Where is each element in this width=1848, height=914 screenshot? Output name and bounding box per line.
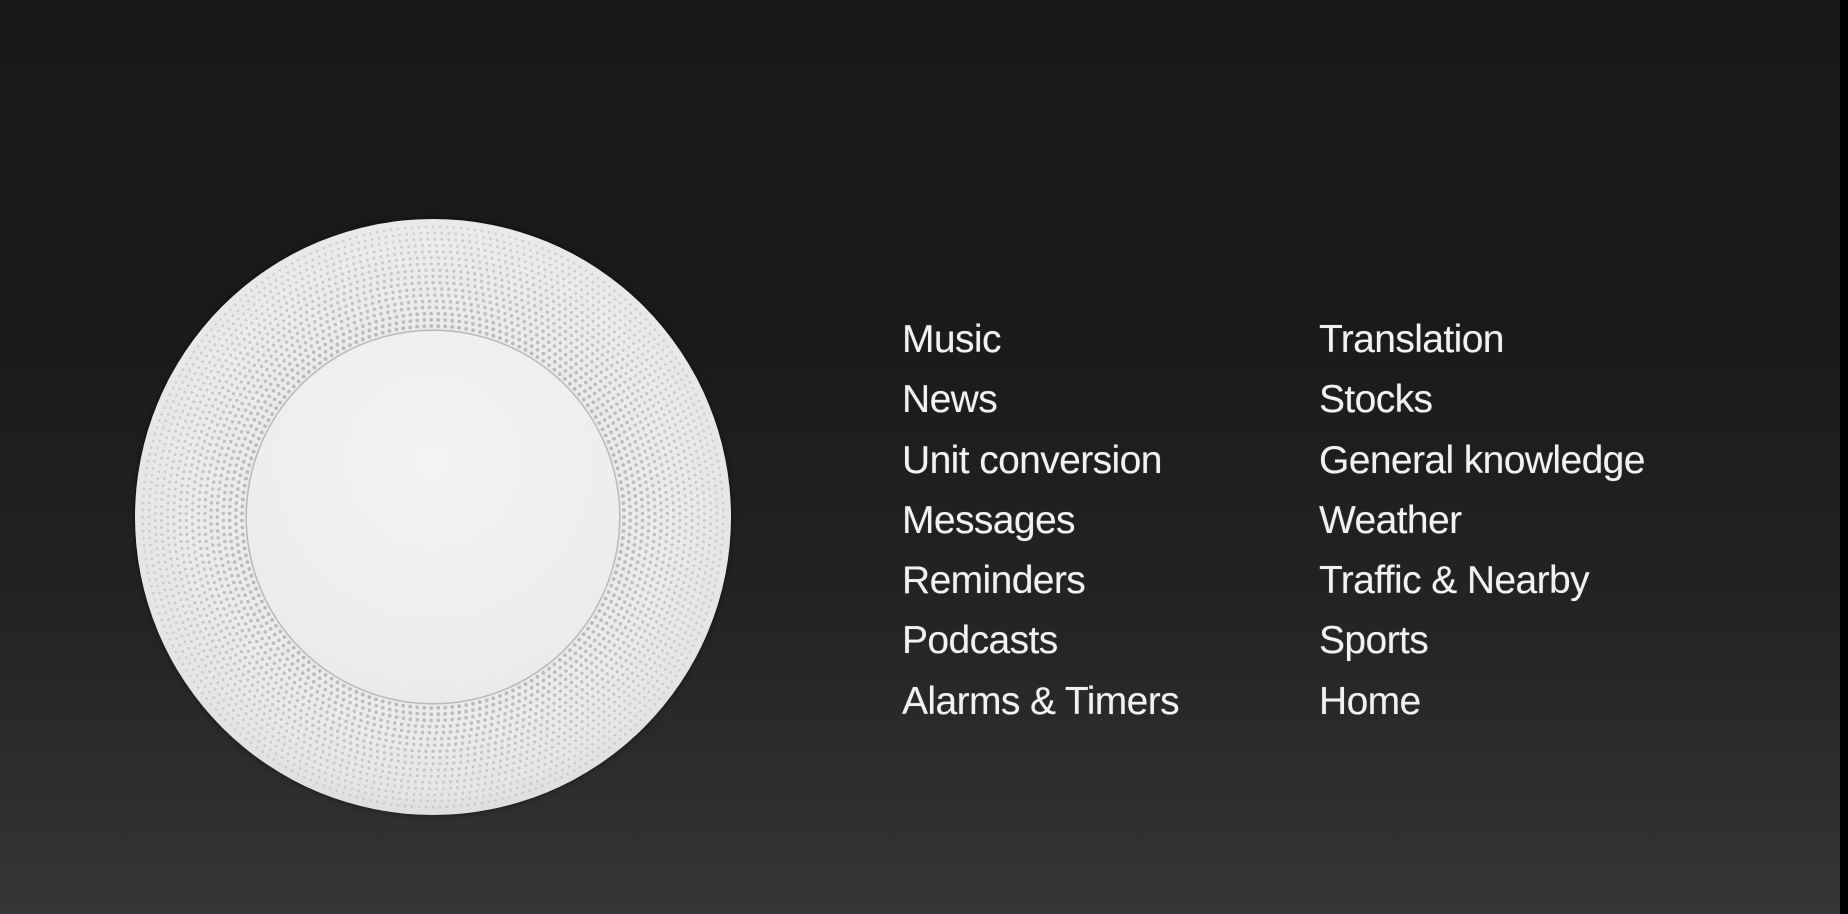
screen-edge-letterbox [1840,0,1848,914]
feature-item-music: Music [902,318,1001,361]
feature-item-traffic-nearby: Traffic & Nearby [1319,559,1590,603]
homepod-speaker-image [135,219,731,815]
feature-item-news: News [902,378,998,422]
feature-column-left: Music News Unit conversion Messages Remi… [902,317,1180,739]
speaker-top-touch-surface [247,331,619,703]
feature-item-sports: Sports [1319,619,1429,663]
feature-item-alarms-timers: Alarms & Timers [902,679,1180,723]
feature-item-reminders: Reminders [902,559,1086,603]
presentation-slide: Music News Unit conversion Messages Remi… [0,0,1840,914]
feature-item-weather: Weather [1319,498,1462,542]
feature-item-messages: Messages [902,498,1076,542]
feature-item-general-knowledge: General knowledge [1319,438,1645,482]
feature-item-translation: Translation [1319,318,1504,361]
feature-item-home: Home [1319,679,1421,723]
feature-item-unit-conversion: Unit conversion [902,438,1162,482]
feature-item-podcasts: Podcasts [902,619,1058,663]
feature-column-right: Translation Stocks General knowledge Wea… [1319,317,1645,739]
feature-item-stocks: Stocks [1319,378,1433,422]
